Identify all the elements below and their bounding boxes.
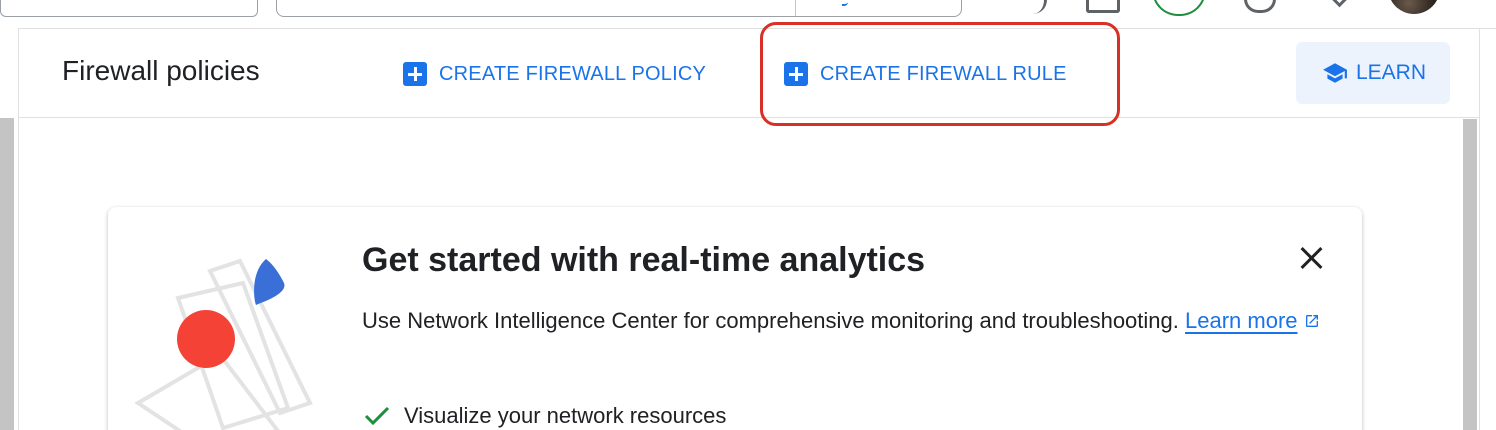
learn-more-link[interactable]: Learn more <box>1185 308 1320 333</box>
create-firewall-policy-button[interactable]: CREATE FIREWALL POLICY <box>403 61 706 87</box>
cloud-shell-icon[interactable] <box>1086 0 1120 13</box>
help-icon[interactable] <box>1030 0 1047 14</box>
page-header: Firewall policies CREATE FIREWALL POLICY… <box>19 22 1479 126</box>
page-title: Firewall policies <box>62 55 260 86</box>
card-title: Get started with real-time analytics <box>362 241 926 279</box>
school-icon <box>1323 63 1347 83</box>
right-scroll-region <box>1463 29 1496 430</box>
analytics-illustration <box>134 258 313 430</box>
learn-label: LEARN <box>1355 61 1427 84</box>
feature-label: Visualize your network resources <box>404 403 727 428</box>
open-in-new-icon <box>1305 315 1318 327</box>
add-box-icon <box>784 62 808 86</box>
left-scrollbar[interactable] <box>0 118 14 430</box>
more-vert-icon[interactable] <box>1331 0 1348 8</box>
card-description-text: Use Network Intelligence Center for comp… <box>362 308 1179 333</box>
project-picker[interactable] <box>0 0 258 17</box>
search-divider <box>795 0 796 16</box>
top-app-bar <box>0 0 1496 29</box>
right-scrollbar[interactable] <box>1463 119 1477 430</box>
firewall-policies-page: Firewall policies CREATE FIREWALL POLICY… <box>0 0 1496 430</box>
avatar[interactable] <box>1388 0 1440 14</box>
search-bar[interactable] <box>276 0 962 17</box>
left-scroll-region <box>0 28 19 430</box>
create-firewall-policy-label: CREATE FIREWALL POLICY <box>439 62 707 85</box>
card-description: Use Network Intelligence Center for comp… <box>362 303 1322 339</box>
add-box-icon <box>403 62 427 86</box>
create-firewall-rule-label: CREATE FIREWALL RULE <box>820 62 1067 85</box>
create-firewall-rule-button[interactable]: CREATE FIREWALL RULE <box>784 61 1067 87</box>
check-icon <box>364 406 390 426</box>
learn-more-label: Learn more <box>1185 308 1298 333</box>
analytics-promo-card: Get started with real-time analytics Use… <box>108 207 1362 430</box>
close-icon[interactable] <box>1294 241 1328 275</box>
search-button-icon[interactable] <box>842 0 848 6</box>
help-circle-icon[interactable] <box>1244 0 1276 13</box>
learn-button[interactable]: LEARN <box>1296 42 1450 104</box>
notifications-badge[interactable] <box>1152 0 1206 16</box>
feature-list-item: Visualize your network resources <box>364 403 726 429</box>
